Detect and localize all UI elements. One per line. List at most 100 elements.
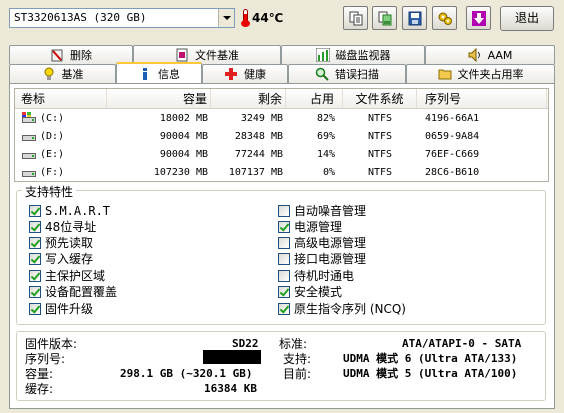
- volume-row[interactable]: (C:) 18002 MB 3249 MB 82% NTFS 4196-66A1: [15, 109, 548, 127]
- feature-48bit-lba[interactable]: 48位寻址: [29, 219, 96, 234]
- toolbar: ST3320613AS (320 GB) 44℃ 退出: [0, 0, 564, 36]
- checkbox[interactable]: [29, 285, 41, 298]
- tab-label: 基准: [61, 68, 84, 81]
- thermometer-icon: [241, 9, 250, 27]
- volume-row[interactable]: (D:) 90004 MB 28348 MB 69% NTFS 0659-9A8…: [15, 127, 548, 145]
- standard-label: 标准:: [279, 337, 308, 351]
- volume-label: (F:): [40, 166, 65, 178]
- feature-firmware-upgrade[interactable]: 固件升级: [29, 301, 93, 316]
- temperature-display: 44℃: [241, 9, 283, 27]
- serial-redacted: [203, 350, 261, 364]
- checkbox[interactable]: [29, 220, 41, 233]
- checkbox[interactable]: [278, 269, 290, 282]
- erase-icon: [50, 48, 64, 62]
- column-header-free[interactable]: 剩余: [211, 89, 286, 108]
- feature-read-ahead[interactable]: 预先读取: [29, 235, 93, 250]
- checkbox[interactable]: [278, 285, 290, 298]
- current-label: 目前:: [283, 367, 312, 381]
- exit-button[interactable]: 退出: [500, 6, 554, 31]
- current-value: UDMA 模式 5 (Ultra ATA/100): [343, 367, 518, 380]
- temperature-value: 44℃: [252, 11, 284, 25]
- volume-serial: 4196-66A1: [425, 112, 480, 124]
- volume-row[interactable]: (E:) 90004 MB 77244 MB 14% NTFS 76EF-C66…: [15, 145, 548, 163]
- column-header-filesystem[interactable]: 文件系统: [343, 89, 417, 108]
- capacity-value: 298.1 GB (~320.1 GB): [120, 367, 253, 380]
- feature-apm[interactable]: 高级电源管理: [278, 235, 366, 250]
- standard-value: ATA/ATAPI-0 - SATA: [402, 337, 522, 350]
- volume-free: 77244 MB: [234, 148, 283, 160]
- tab-label: 删除: [70, 49, 92, 62]
- save-button[interactable]: [402, 6, 427, 30]
- checkbox[interactable]: [278, 302, 290, 315]
- volume-filesystem: NTFS: [367, 130, 393, 142]
- feature-power-management[interactable]: 电源管理: [278, 219, 342, 234]
- copy-image-icon: [378, 11, 392, 26]
- checkbox[interactable]: [29, 252, 41, 265]
- tab-disk-monitor[interactable]: 磁盘监视器: [281, 45, 425, 64]
- supported-value: UDMA 模式 6 (Ultra ATA/133): [343, 352, 518, 365]
- volume-row[interactable]: (F:) 107230 MB 107137 MB 0% NTFS 28C6-B6…: [15, 163, 548, 181]
- feature-power-up-standby[interactable]: 待机时通电: [278, 268, 354, 283]
- column-header-used[interactable]: 占用: [286, 89, 343, 108]
- checkbox[interactable]: [278, 252, 290, 265]
- system-drive-icon: [21, 112, 37, 124]
- options-button[interactable]: [432, 6, 457, 30]
- tab-benchmark[interactable]: 基准: [9, 64, 116, 83]
- checkbox[interactable]: [278, 236, 290, 249]
- copy-screenshot-button[interactable]: [372, 6, 397, 30]
- tab-aam[interactable]: AAM: [425, 45, 555, 64]
- feature-write-cache[interactable]: 写入缓存: [29, 251, 93, 266]
- tab-folder-usage[interactable]: 文件夹占用率: [406, 64, 555, 83]
- column-header-label[interactable]: 卷标: [15, 89, 107, 108]
- tab-health[interactable]: 健康: [202, 64, 288, 83]
- arrow-down-icon: [472, 11, 486, 26]
- volume-capacity: 90004 MB: [159, 148, 208, 160]
- tab-row-top: 删除 文件基准 磁盘监视器 AAM: [9, 45, 555, 64]
- checkbox[interactable]: [29, 269, 41, 282]
- feature-hpa[interactable]: 主保护区域: [29, 268, 105, 283]
- file-benchmark-icon: [175, 48, 189, 62]
- feature-security-mode[interactable]: 安全模式: [278, 284, 342, 299]
- speaker-icon: [468, 47, 482, 63]
- volume-filesystem: NTFS: [367, 112, 393, 124]
- gears-icon: [438, 12, 452, 25]
- volume-label: (D:): [40, 130, 65, 142]
- volume-list-header: 卷标 容量 剩余 占用 文件系统 序列号: [15, 89, 548, 109]
- cache-label: 缓存:: [25, 382, 54, 396]
- supported-label: 支持:: [283, 352, 312, 366]
- drive-select[interactable]: ST3320613AS (320 GB): [9, 8, 235, 28]
- chevron-down-icon[interactable]: [218, 9, 234, 27]
- volume-used: 82%: [316, 112, 335, 124]
- feature-smart[interactable]: S.M.A.R.T: [29, 203, 110, 218]
- feature-ncq[interactable]: 原生指令序列 (NCQ): [278, 301, 406, 316]
- tab-info[interactable]: 信息: [116, 62, 202, 83]
- volume-list[interactable]: 卷标 容量 剩余 占用 文件系统 序列号 (C:) 18002 MB 3249 …: [14, 88, 549, 182]
- download-button[interactable]: [466, 6, 491, 30]
- checkbox[interactable]: [278, 220, 290, 233]
- volume-free: 107137 MB: [228, 166, 283, 178]
- tab-label: 健康: [244, 68, 266, 81]
- volume-serial: 0659-9A84: [425, 130, 480, 142]
- feature-aam[interactable]: 自动噪音管理: [278, 203, 366, 218]
- column-header-serial[interactable]: 序列号: [417, 89, 547, 108]
- checkbox[interactable]: [29, 302, 41, 315]
- checkbox[interactable]: [29, 236, 41, 249]
- volume-used: 0%: [322, 166, 335, 178]
- checkbox[interactable]: [29, 204, 41, 217]
- feature-interface-power[interactable]: 接口电源管理: [278, 251, 366, 266]
- tab-label: 信息: [158, 67, 180, 81]
- column-header-capacity[interactable]: 容量: [107, 89, 211, 108]
- volume-label: (C:): [40, 112, 65, 124]
- volume-serial: 28C6-B610: [425, 166, 480, 178]
- drive-select-value: ST3320613AS (320 GB): [14, 11, 147, 24]
- firmware-label: 固件版本:: [25, 337, 78, 351]
- serial-label: 序列号:: [25, 352, 66, 366]
- copy-text-button[interactable]: [343, 6, 368, 30]
- tab-erase[interactable]: 删除: [9, 45, 133, 64]
- capacity-label: 容量:: [25, 367, 54, 381]
- tab-error-scan[interactable]: 错误扫描: [288, 64, 406, 83]
- feature-dco[interactable]: 设备配置覆盖: [29, 284, 117, 299]
- tab-label: AAM: [487, 48, 513, 62]
- volume-filesystem: NTFS: [367, 148, 393, 160]
- checkbox[interactable]: [278, 204, 290, 217]
